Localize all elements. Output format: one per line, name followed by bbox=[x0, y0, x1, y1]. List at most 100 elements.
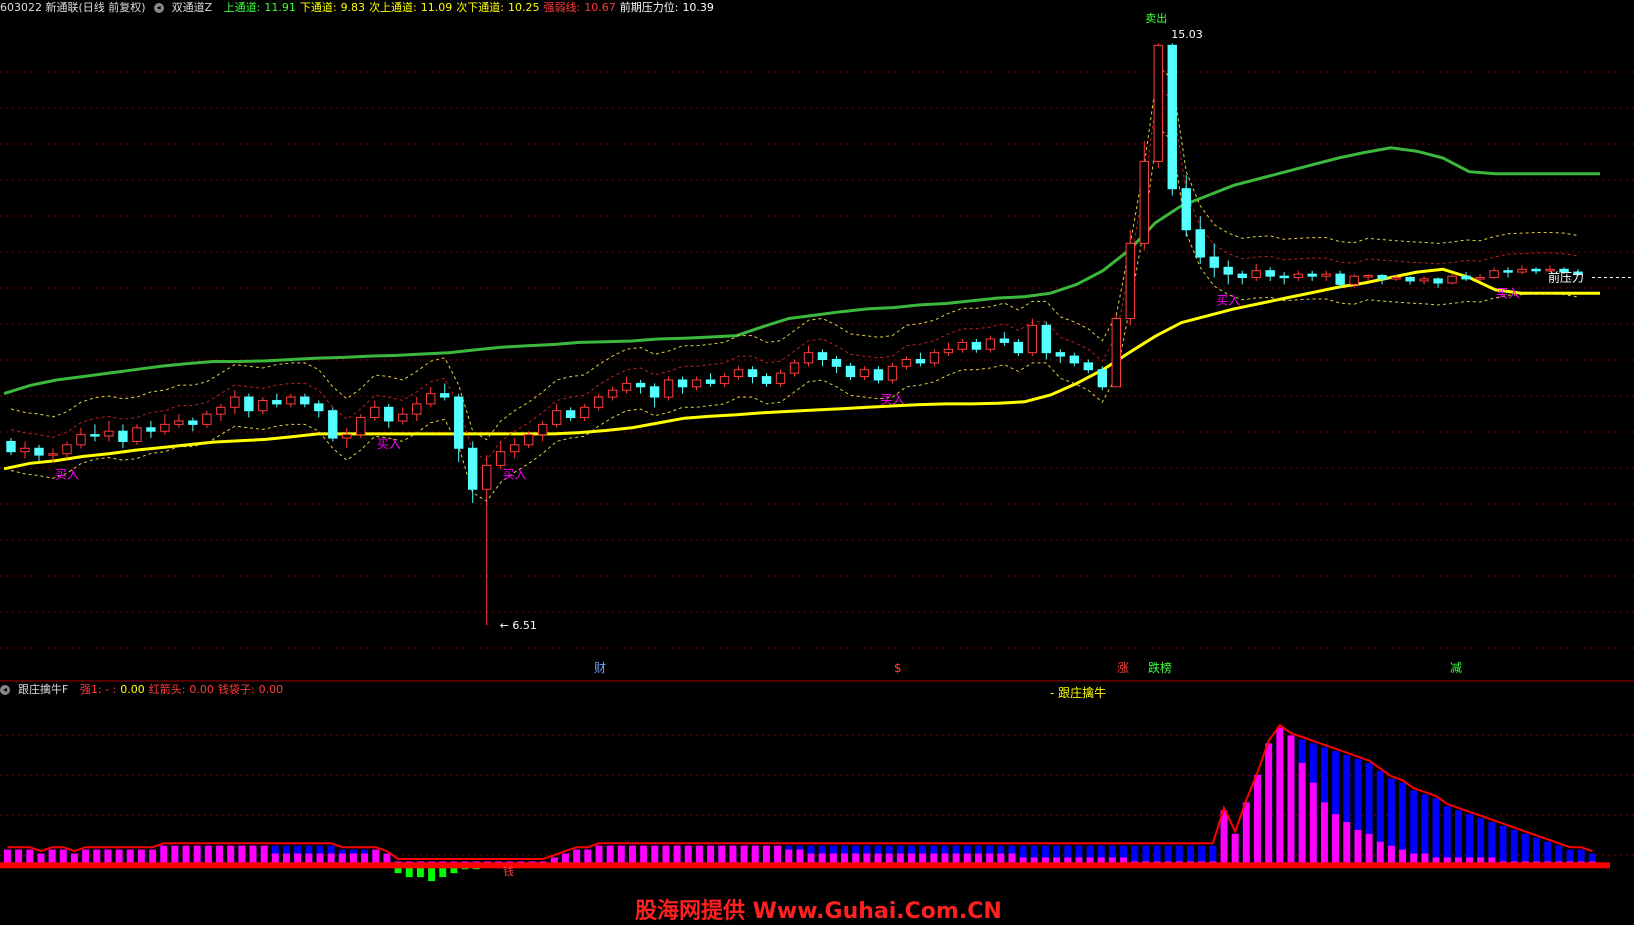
upper-inner-band bbox=[10, 64, 1579, 441]
candle-body bbox=[244, 396, 254, 412]
candle-body bbox=[971, 341, 982, 350]
candle-body bbox=[537, 423, 548, 436]
magenta-bar bbox=[1242, 802, 1250, 866]
main-header: 603022 新通联(日线 前复权) ◂ 双通道Z 上通道: 11.91 下通道: 9.8… bbox=[0, 0, 726, 16]
watermark: 股海网提供 Www.Guhai.Com.CN bbox=[635, 899, 1002, 924]
zero-baseline bbox=[0, 862, 1610, 869]
candle-body bbox=[1321, 273, 1331, 277]
candle-body bbox=[300, 396, 310, 405]
candle-body bbox=[286, 396, 296, 405]
field-label: 下通道: bbox=[299, 1, 337, 14]
magenta-bar bbox=[1265, 743, 1273, 866]
candle-body bbox=[873, 369, 884, 381]
candle-body bbox=[1335, 273, 1345, 285]
candle-body bbox=[34, 447, 44, 456]
blue-bar bbox=[1521, 833, 1529, 866]
candle-body bbox=[1153, 44, 1163, 162]
candle-body bbox=[90, 434, 100, 437]
candle-body bbox=[440, 393, 450, 398]
candle-body bbox=[1055, 352, 1066, 357]
buy-signal-label: 买入 bbox=[503, 468, 527, 482]
blue-bar bbox=[1499, 825, 1507, 866]
candle-body bbox=[761, 376, 772, 384]
candle-body bbox=[1209, 256, 1219, 268]
event-marker: 财 bbox=[594, 661, 606, 675]
field-value: 11.91 bbox=[264, 1, 296, 14]
candle-body bbox=[747, 369, 758, 378]
candle-body bbox=[1041, 324, 1052, 354]
candle-body bbox=[719, 376, 730, 384]
event-marker: 减 bbox=[1450, 661, 1462, 675]
candle-body bbox=[621, 382, 632, 391]
high-price-label: 15.03 bbox=[1171, 28, 1203, 41]
magenta-bar bbox=[1320, 802, 1328, 866]
candle-body bbox=[1195, 229, 1205, 258]
buy-signal-label: 买入 bbox=[880, 392, 904, 406]
candle-body bbox=[635, 382, 646, 388]
candle-body bbox=[272, 399, 282, 405]
candle-body bbox=[1027, 324, 1038, 354]
sub-indicator-name[interactable]: 跟庄擒牛F bbox=[18, 683, 68, 696]
candle-body bbox=[160, 423, 170, 432]
candle-body bbox=[1083, 362, 1094, 371]
candle-body bbox=[1475, 277, 1485, 280]
field-value: 10.39 bbox=[682, 1, 714, 14]
upper-channel-line bbox=[3, 146, 1600, 396]
channel-lines bbox=[3, 64, 1634, 502]
candle-body bbox=[454, 396, 464, 449]
candle-body bbox=[1377, 274, 1387, 280]
candle-body bbox=[1069, 355, 1080, 364]
lower-inner-band bbox=[10, 126, 1579, 502]
candle-body bbox=[132, 427, 142, 442]
candle-body bbox=[523, 434, 534, 446]
field-label: 次上通道: bbox=[369, 1, 417, 14]
field-label: 强1: - : bbox=[79, 683, 117, 696]
candle-body bbox=[551, 410, 562, 425]
candle-body bbox=[6, 440, 16, 453]
collapse-icon[interactable]: ◂ bbox=[0, 685, 10, 695]
candle-body bbox=[985, 338, 996, 350]
candle-body bbox=[663, 379, 674, 398]
candle-body bbox=[342, 434, 352, 439]
candle-body bbox=[1419, 278, 1429, 282]
candle-body bbox=[775, 372, 786, 384]
low-price-label: ← 6.51 bbox=[500, 619, 537, 632]
event-marker: 跌榜 bbox=[1148, 660, 1172, 675]
candle-body bbox=[817, 352, 828, 360]
candle-body bbox=[803, 352, 814, 364]
field-label: 上通道: bbox=[223, 1, 261, 14]
stock-chart[interactable]: 15.03← 6.51卖出买入买入买入买入买入 买入前压力- 跟庄擒牛钱财 $ 涨跌榜… bbox=[0, 0, 1634, 923]
candle-body bbox=[48, 453, 58, 456]
candle-body bbox=[1447, 275, 1457, 284]
candle-body bbox=[1489, 270, 1499, 279]
candle-body bbox=[356, 417, 366, 436]
blue-bar bbox=[1443, 806, 1451, 866]
candle-body bbox=[691, 379, 702, 388]
candle-body bbox=[901, 358, 912, 367]
candle-body bbox=[1461, 275, 1471, 280]
candle-body bbox=[999, 338, 1010, 343]
blue-bar bbox=[1454, 810, 1462, 866]
candle-body bbox=[76, 434, 86, 446]
field-value: 0.00 bbox=[258, 683, 284, 696]
candle-body bbox=[1349, 275, 1359, 285]
candle-body bbox=[1139, 160, 1149, 244]
magenta-bar bbox=[1354, 829, 1362, 866]
indicator-name[interactable]: 双通道Z bbox=[172, 1, 213, 14]
collapse-icon[interactable]: ◂ bbox=[153, 3, 164, 13]
candle-body bbox=[230, 396, 240, 408]
candle-body bbox=[481, 464, 492, 490]
candle-body bbox=[509, 444, 520, 453]
candle-body bbox=[1433, 278, 1443, 284]
sub-header: ◂ 跟庄擒牛F 强1: - :0.00 红箭头: 0.00 钱袋子: 0.00 bbox=[0, 682, 295, 698]
magenta-bar bbox=[1343, 822, 1351, 866]
buy-signal-label: 买入 bbox=[55, 468, 79, 482]
magenta-bar bbox=[1309, 782, 1317, 866]
field-label: 前期压力位: bbox=[619, 1, 679, 14]
field-value: 11.09 bbox=[420, 1, 453, 14]
sub-indicator-values: 强1: - :0.00 红箭头: 0.00 钱袋子: 0.00 bbox=[80, 683, 287, 696]
candle-body bbox=[426, 393, 436, 405]
field-label: 强弱线: bbox=[543, 1, 581, 14]
candle-body bbox=[593, 396, 604, 408]
buy-signal-label: 买入 bbox=[1496, 287, 1520, 301]
